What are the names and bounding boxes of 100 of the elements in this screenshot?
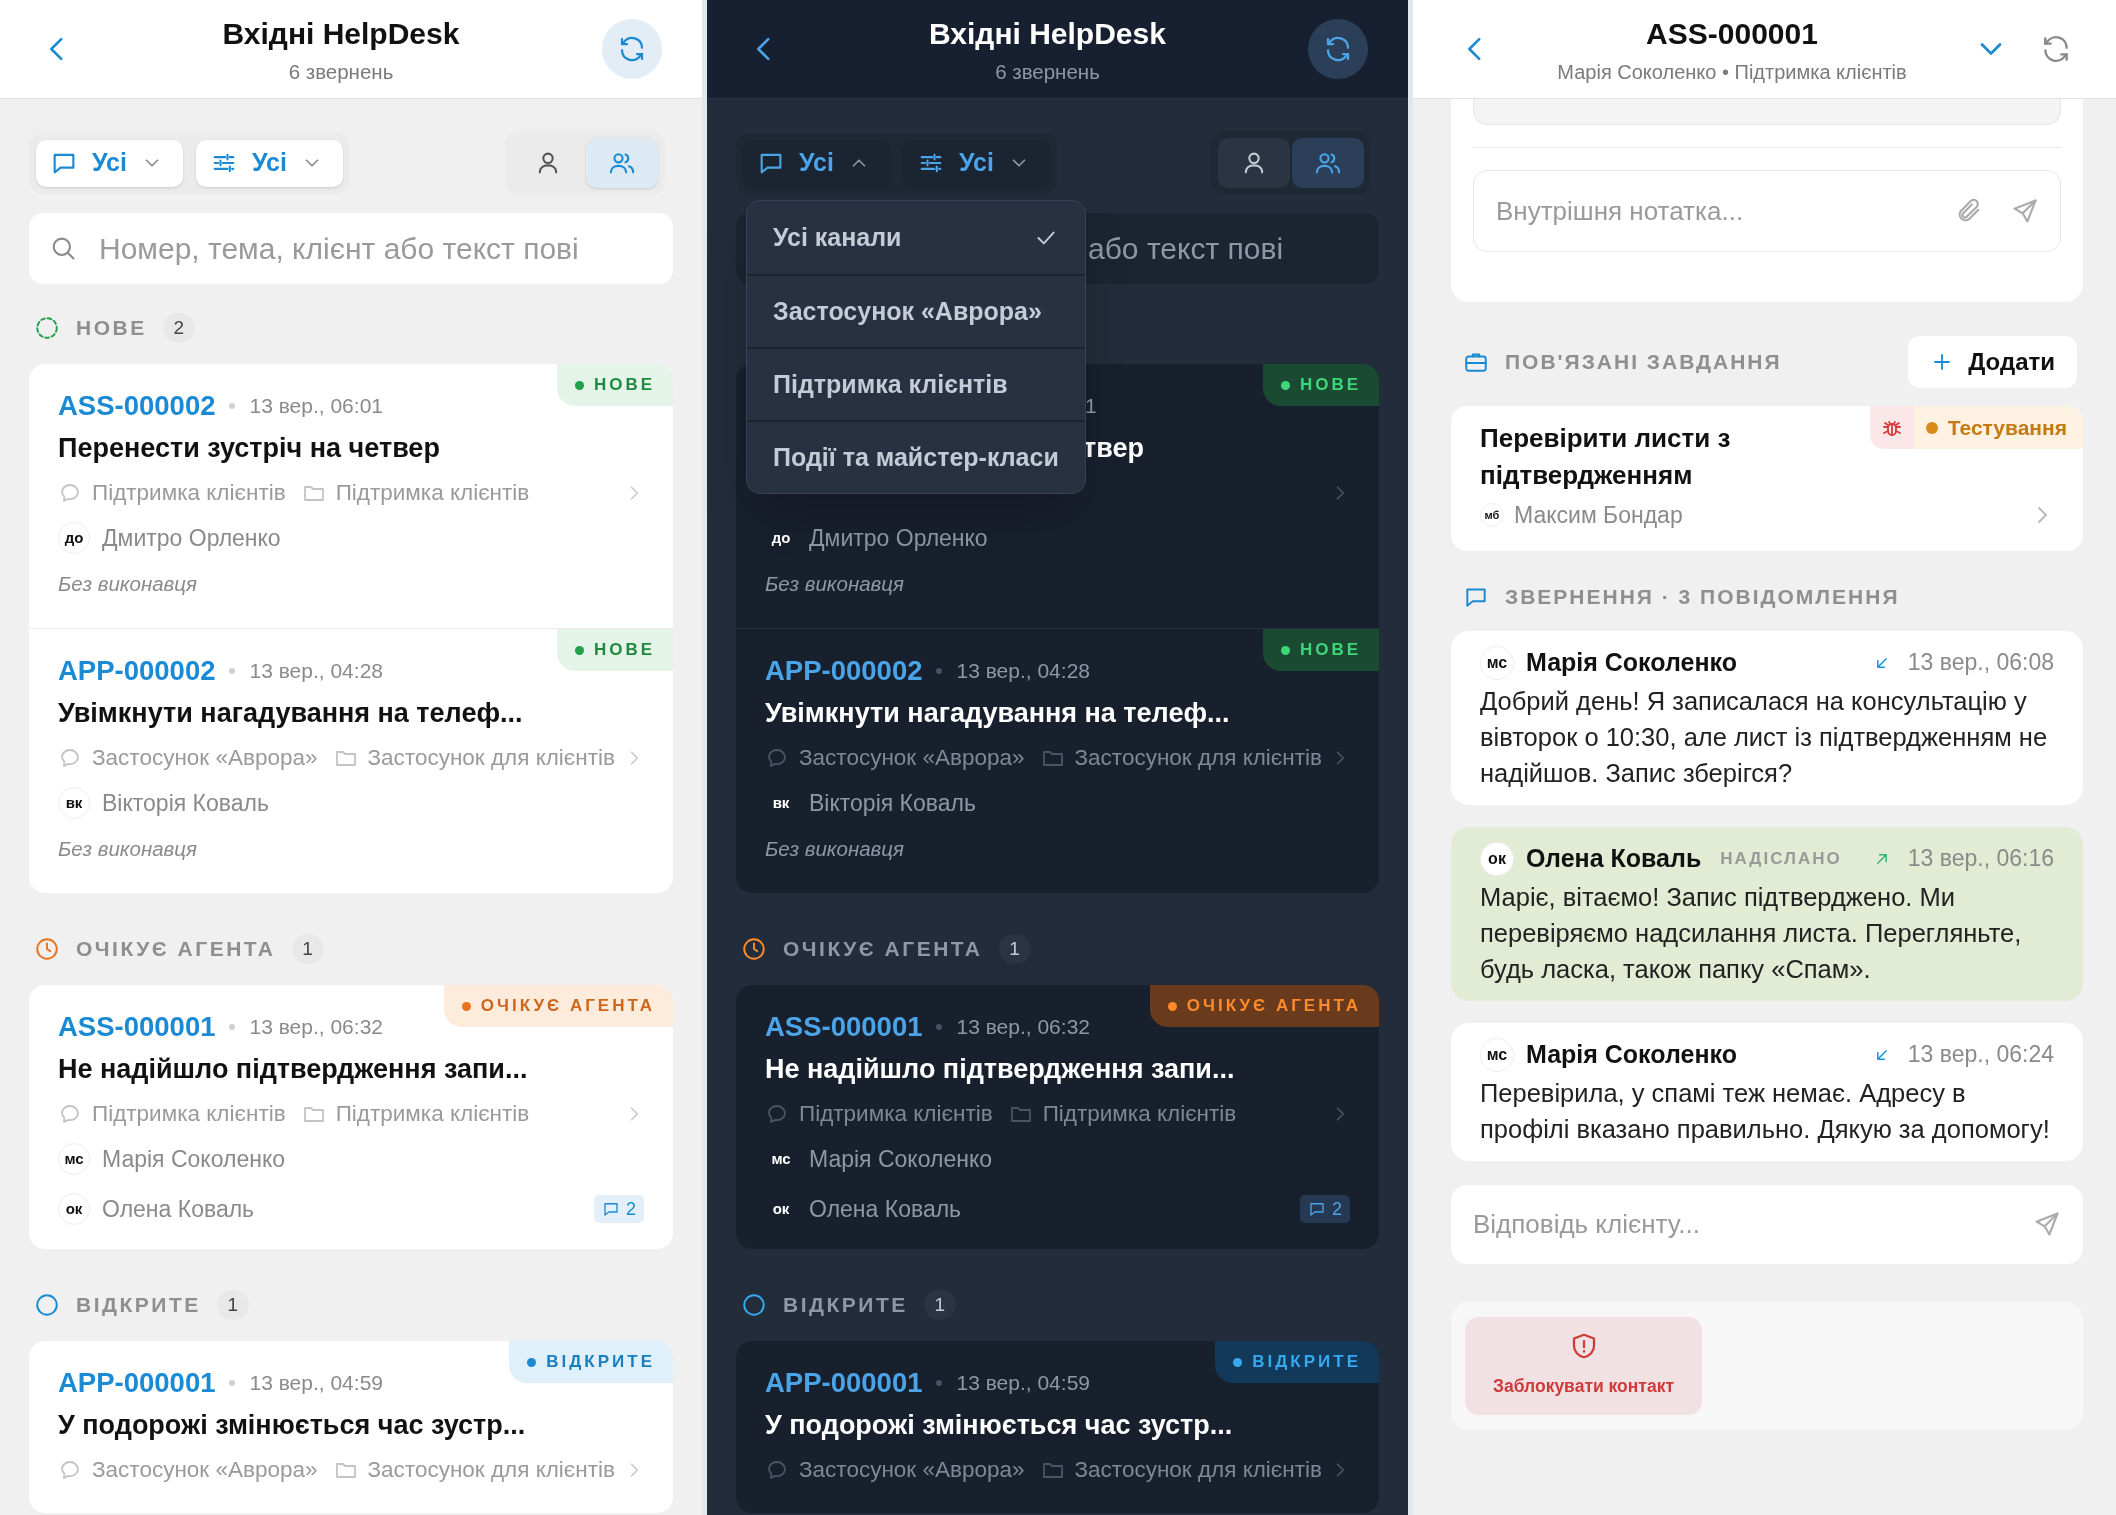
ticket-title[interactable]: твер (1083, 427, 1144, 469)
no-assignee-label: Без виконавця (58, 570, 197, 597)
ticket-title[interactable]: Увімкнути нагадування на телеф... (765, 692, 1230, 734)
channel-label: Застосунок «Аврора» (799, 744, 1025, 773)
ticket-date: 13 вер., 06:01 (249, 393, 383, 420)
chat-bubble-icon (765, 1458, 789, 1482)
status-badge: ВІДКРИТЕ (509, 1341, 673, 1383)
menu-item[interactable]: Застосунок «Аврора» (747, 274, 1085, 347)
initials-avatar: ок (58, 1193, 90, 1225)
group-count: 2 (162, 313, 195, 343)
message-time: 13 вер., 06:24 (1907, 1040, 2054, 1070)
ticket-id[interactable]: APP-000002 (765, 650, 923, 692)
group-count: 1 (291, 934, 324, 964)
group-count: 1 (923, 1290, 956, 1320)
client-name: Дмитро Орленко (809, 523, 988, 553)
status-badge: ВІДКРИТЕ (1215, 1341, 1379, 1383)
status-icon (741, 936, 767, 962)
screen-title: Вхідні HelpDesk (929, 15, 1166, 52)
ticket-id[interactable]: ASS-000001 (765, 1006, 923, 1048)
channel-label: Застосунок «Аврора» (799, 1456, 1025, 1485)
ticket-id[interactable]: APP-000001 (58, 1362, 216, 1404)
refresh-button[interactable] (602, 19, 662, 79)
client-name: Вікторія Коваль (809, 788, 976, 818)
menu-item[interactable]: Усі канали (747, 201, 1085, 274)
status-icon (741, 1292, 767, 1318)
status-icon (34, 1292, 60, 1318)
ticket-date: 13 вер., 04:59 (956, 1370, 1090, 1397)
chat-icon (1308, 1200, 1326, 1218)
menu-item[interactable]: Події та майстер-класи (747, 420, 1085, 493)
reply-field[interactable]: Відповідь клієнту... (1451, 1184, 2083, 1264)
comment-count-badge: 2 (1300, 1195, 1350, 1223)
ticket-title[interactable]: Не надійшло підтвердження запи... (58, 1048, 528, 1090)
ticket-card[interactable]: ОЧІКУЄ АГЕНТА ASS-000001 13 вер., 06:32 Не надійшло підтвердження запи... Підтримка клієнтів Підтримка клієнтів мс Марія Соколенко ок Олена Коваль 2 (736, 985, 1379, 1249)
menu-item[interactable]: Підтримка клієнтів (747, 347, 1085, 420)
screen-subtitle: 6 звернень (995, 58, 1100, 85)
author-name: Марія Соколенко (1526, 1038, 1737, 1070)
folder-label: Застосунок для клієнтів (367, 744, 616, 773)
assignee-name: Олена Коваль (809, 1194, 962, 1224)
ticket-date: 13 вер., 06:32 (956, 1014, 1090, 1041)
initials-avatar: мс (1480, 1037, 1514, 1072)
channel-label: Застосунок «Аврора» (92, 744, 318, 773)
ticket-id[interactable]: ASS-000002 (58, 385, 216, 427)
ticket-card[interactable] (29, 364, 673, 893)
filter-dropdown[interactable]: Усі (196, 139, 343, 187)
ticket-title[interactable]: Не надійшло підтвердження запи... (765, 1048, 1235, 1090)
my-tickets-toggle[interactable] (1218, 138, 1290, 188)
no-assignee-label: Без виконавця (765, 570, 904, 597)
add-task-button[interactable]: Додати (1908, 336, 2077, 388)
refresh-button[interactable] (1308, 19, 1368, 79)
status-badge: НОВЕ (556, 364, 673, 406)
send-icon (2033, 1209, 2061, 1238)
search-field[interactable]: Номер, тема, клієнт або текст пові (29, 213, 673, 284)
no-assignee-label: Без виконавця (58, 835, 197, 862)
ticket-card[interactable]: ВІДКРИТЕ APP-000001 13 вер., 04:59 У подорожі змінюється час зустр... Застосунок «Аврора» Застосунок для клієнтів (736, 1341, 1379, 1513)
initials-avatar: до (58, 522, 90, 554)
ticket-id[interactable]: APP-000002 (58, 650, 216, 692)
screen-title: ASS-000001 (1646, 16, 1818, 52)
chat-bubble-icon (58, 1458, 82, 1482)
screen-title: Вхідні HelpDesk (222, 15, 460, 52)
group-count: 1 (998, 934, 1031, 964)
section-label: ЗВЕРНЕННЯ · 3 ПОВІДОМЛЕННЯ (1505, 583, 1900, 610)
chat-icon (602, 1200, 620, 1218)
folder-label: Підтримка клієнтів (1042, 1100, 1237, 1129)
no-assignee-label: Без виконавця (765, 835, 904, 862)
filter-dropdown[interactable]: Усі (36, 139, 183, 187)
status-badge: ОЧІКУЄ АГЕНТА (443, 985, 673, 1027)
sent-label: НАДІСЛАНО (1720, 847, 1842, 870)
ticket-id[interactable]: ASS-000001 (58, 1006, 216, 1048)
status-badge: НОВЕ (556, 629, 673, 671)
group-label: НОВЕ (76, 315, 147, 342)
task-card[interactable]: Перевірити листи з підтвердженням Тестування мб Максим Бондар (1451, 406, 2083, 551)
ticket-title[interactable]: У подорожі змінюється час зустр... (58, 1404, 526, 1446)
channel-label: Підтримка клієнтів (92, 479, 286, 508)
channel-label: Застосунок «Аврора» (92, 1456, 318, 1485)
ticket-title[interactable]: Увімкнути нагадування на телеф... (58, 692, 523, 734)
message-text: Маріє, вітаємо! Запис підтверджено. Ми перевіряємо надсилання листа. Перегляньте, будь ласка, також папку «Спам». (1480, 881, 2023, 985)
ticket-title[interactable]: У подорожі змінюється час зустр... (765, 1404, 1233, 1446)
task-title: Перевірити листи з підтвердженням (1480, 422, 1732, 492)
all-tickets-toggle[interactable] (1292, 138, 1364, 188)
client-name: Дмитро Орленко (102, 523, 281, 553)
block-contact-button[interactable]: Заблокувати контакт (1465, 1316, 1702, 1415)
channel-label: Підтримка клієнтів (92, 1100, 286, 1129)
group-label: ВІДКРИТЕ (76, 1292, 201, 1319)
assignee-name: Максим Бондар (1514, 501, 1683, 530)
ticket-date: 13 вер., 04:59 (249, 1370, 383, 1397)
ticket-title[interactable]: Перенести зустріч на четвер (58, 427, 440, 469)
filter-dropdown[interactable]: Усі (903, 139, 1050, 187)
filter-dropdown[interactable]: Усі (743, 139, 890, 187)
internal-note-field[interactable]: Внутрішня нотатка... (1473, 170, 2061, 252)
send-icon (2011, 197, 2039, 225)
group-label: ОЧІКУЄ АГЕНТА (783, 936, 983, 963)
ticket-card[interactable]: ОЧІКУЄ АГЕНТА ASS-000001 13 вер., 06:32 Не надійшло підтвердження запи... Підтримка клієнтів Підтримка клієнтів мс Марія Соколенко ок Олена Коваль 2 (29, 985, 673, 1249)
client-name: Марія Соколенко (102, 1144, 285, 1174)
ticket-id[interactable]: APP-000001 (765, 1362, 923, 1404)
ticket-card[interactable]: ВІДКРИТЕ APP-000001 13 вер., 04:59 У подорожі змінюється час зустр... Застосунок «Аврора» Застосунок для клієнтів (29, 1341, 673, 1513)
all-tickets-toggle[interactable] (586, 138, 658, 188)
section-label: ПОВ'ЯЗАНІ ЗАВДАННЯ (1505, 349, 1782, 376)
assignee-name: Олена Коваль (102, 1194, 255, 1224)
initials-avatar: мс (1480, 645, 1514, 680)
message-time: 13 вер., 06:08 (1907, 648, 2054, 678)
